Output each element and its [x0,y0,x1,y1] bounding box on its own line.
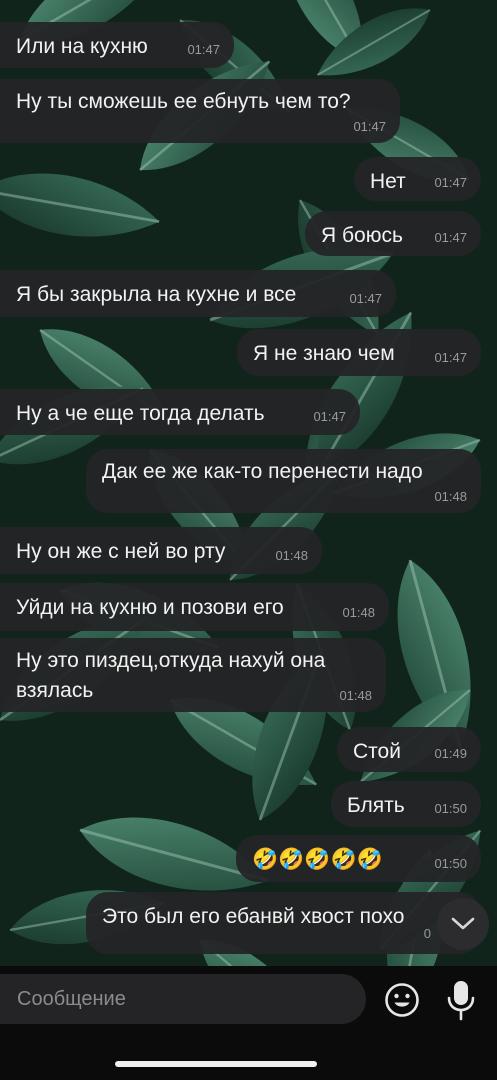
message-text: Блять [347,794,405,817]
message-time: 01:48 [275,548,308,563]
message-text: Это был его ебанвй хвост похо [102,905,405,928]
message-text: Стой [353,740,401,763]
message-text: Или на кухню [16,35,148,58]
message-text: Я бы закрыла на кухне и все [16,283,297,306]
message-time: 01:47 [434,175,467,190]
message-text: Ну он же с ней во рту [16,540,226,563]
message-list[interactable]: Или на кухню 01:47 Ну ты сможешь ее ебнуть… [0,0,497,966]
message-input-placeholder: Сообщение [17,988,126,1010]
message-time: 01:47 [187,42,220,57]
message-time: 01:48 [434,489,467,504]
message-text: Дак ее же как-то перенести надо [102,460,423,483]
message-time: 01:50 [434,856,467,871]
outgoing-message[interactable]: Дак ее же как-то перенести надо 01:48 [86,449,481,513]
outgoing-message[interactable]: Блять 01:50 [331,781,481,827]
outgoing-message[interactable]: 🤣🤣🤣🤣🤣 01:50 [236,835,481,882]
message-text: Я не знаю чем [253,342,395,365]
message-text: Уйди на кухню и позови его [16,596,284,619]
message-time: 01:47 [313,409,346,424]
message-text: Ну а че еще тогда делать [16,402,265,425]
outgoing-message[interactable]: Я не знаю чем 01:47 [237,329,481,376]
message-time: 01:48 [342,605,375,620]
incoming-message[interactable]: Ну ты сможешь ее ебнуть чем то? 01:47 [0,79,400,143]
incoming-message[interactable]: Уйди на кухню и позови его 01:48 [0,583,389,631]
outgoing-message[interactable]: Это был его ебанвй хвост похо 0 [86,892,481,954]
message-time: 01:47 [353,119,386,134]
scroll-down-button[interactable] [437,898,489,950]
incoming-message[interactable]: Ну он же с ней во рту 01:48 [0,527,322,574]
message-time: 0 [423,926,431,941]
microphone-icon[interactable] [444,979,478,1021]
message-input[interactable]: Сообщение [0,974,366,1024]
outgoing-message[interactable]: Я боюсь 01:47 [305,211,481,256]
incoming-message[interactable]: Ну а че еще тогда делать 01:47 [0,389,360,435]
message-text: Ну ты сможешь ее ебнуть чем то? [16,90,351,113]
message-time: 01:49 [434,746,467,761]
incoming-message[interactable]: Ну это пиздец,откуда нахуй она взялась 01… [0,638,386,712]
message-time: 01:50 [434,801,467,816]
message-time: 01:47 [434,230,467,245]
message-time: 01:48 [339,688,372,703]
home-indicator [115,1061,317,1067]
outgoing-message[interactable]: Стой 01:49 [337,727,481,772]
incoming-message[interactable]: Я бы закрыла на кухне и все 01:47 [0,270,396,317]
message-text: Нет [370,170,406,193]
message-text: Я боюсь [321,224,403,247]
message-text: 🤣🤣🤣🤣🤣 [252,848,383,871]
message-time: 01:47 [434,350,467,365]
chevron-down-icon [451,917,475,930]
smiley-icon[interactable] [383,981,421,1019]
incoming-message[interactable]: Или на кухню 01:47 [0,22,234,68]
message-text: Ну это пиздец,откуда нахуй она взялась [16,649,326,702]
outgoing-message[interactable]: Нет 01:47 [354,157,481,201]
message-time: 01:47 [349,291,382,306]
